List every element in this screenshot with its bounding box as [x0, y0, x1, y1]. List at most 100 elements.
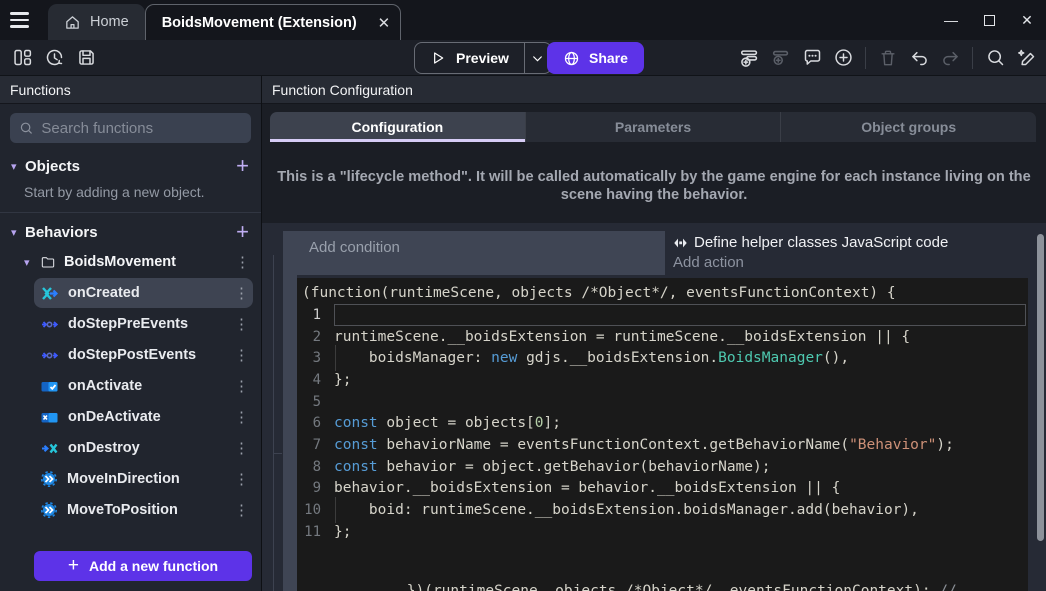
choose-event-button[interactable]: [829, 44, 857, 72]
js-code-editor[interactable]: (function(runtimeScene, objects /*Object…: [297, 278, 1028, 591]
trash-icon: [878, 48, 898, 68]
add-subevent-button[interactable]: [767, 44, 795, 72]
function-item-dosteppreevents[interactable]: doStepPreEvents⋮: [34, 309, 253, 339]
gear-icon: [41, 502, 57, 518]
event-action-column: Define helper classes JavaScript code Ad…: [665, 231, 1028, 278]
kebab-menu-icon[interactable]: ⋮: [234, 377, 246, 395]
code-line-11[interactable]: 11};: [297, 521, 1028, 543]
project-manager-button[interactable]: [8, 44, 36, 72]
minimize-button[interactable]: —: [932, 0, 970, 40]
comment-icon: [802, 47, 823, 68]
function-item-dosteppostevents[interactable]: doStepPostEvents⋮: [34, 340, 253, 370]
function-item-label: onActivate: [68, 378, 234, 394]
js-code-event[interactable]: Add condition Define helper classes Java…: [283, 231, 1028, 591]
history-button[interactable]: [40, 44, 68, 72]
code-line-3[interactable]: 3 boidsManager: new gdjs.__boidsExtensio…: [297, 347, 1028, 369]
search-functions-input[interactable]: [41, 120, 242, 137]
delete-button[interactable]: [874, 44, 902, 72]
edit-settings-button[interactable]: [1012, 44, 1040, 72]
code-line-2[interactable]: 2runtimeScene.__boidsExtension = runtime…: [297, 326, 1028, 348]
line-number: 2: [297, 329, 334, 345]
line-number: 5: [297, 394, 334, 410]
close-window-button[interactable]: ✕: [1008, 0, 1046, 40]
add-function-label: Add a new function: [89, 558, 218, 574]
function-item-movetoposition[interactable]: MoveToPosition⋮: [34, 495, 253, 525]
search-icon: [19, 120, 33, 136]
collapse-arrow-icon[interactable]: ▾: [11, 160, 25, 173]
maximize-button[interactable]: [970, 0, 1008, 40]
code-line-6[interactable]: 6const object = objects[0];: [297, 412, 1028, 434]
tab-object-groups[interactable]: Object groups: [780, 112, 1036, 142]
tab-home[interactable]: Home: [48, 4, 145, 40]
function-item-oncreated[interactable]: onCreated⋮: [34, 278, 253, 308]
behaviors-section-label: Behaviors: [25, 224, 236, 241]
dostep-icon: [41, 318, 58, 331]
config-tabs: ConfigurationParametersObject groups: [270, 112, 1036, 142]
behavior-group-boidsmovement[interactable]: ▾ BoidsMovement ⋮: [0, 247, 261, 277]
undo-button[interactable]: [905, 44, 933, 72]
code-line-1[interactable]: 1: [297, 304, 1028, 326]
code-line-7[interactable]: 7const behaviorName = eventsFunctionCont…: [297, 434, 1028, 456]
add-condition-button[interactable]: Add condition: [283, 231, 665, 275]
vertical-scrollbar-thumb[interactable]: [1037, 234, 1044, 541]
code-line-10[interactable]: 10 boid: runtimeScene.__boidsExtension.b…: [297, 499, 1028, 521]
kebab-menu-icon[interactable]: ⋮: [234, 284, 246, 302]
line-number: 1: [297, 307, 334, 323]
add-function-button[interactable]: + Add a new function: [34, 551, 252, 581]
function-item-ondeactivate[interactable]: onDeActivate⋮: [34, 402, 253, 432]
preview-button[interactable]: Preview: [415, 43, 524, 73]
play-icon: [430, 50, 446, 66]
add-behavior-button[interactable]: +: [236, 221, 249, 243]
title-bar: Home BoidsMovement (Extension) ✕ — ✕: [0, 0, 1046, 40]
globe-icon: [563, 50, 580, 67]
function-item-label: MoveInDirection: [67, 471, 234, 487]
add-comment-button[interactable]: [798, 44, 826, 72]
add-object-button[interactable]: +: [236, 155, 249, 177]
save-button[interactable]: [72, 44, 100, 72]
line-content: boidsManager: new gdjs.__boidsExtension.…: [334, 347, 1028, 369]
code-line-9[interactable]: 9behavior.__boidsExtension = behavior.__…: [297, 478, 1028, 500]
share-button[interactable]: Share: [547, 42, 644, 74]
function-item-label: onDeActivate: [68, 409, 234, 425]
ondeactivate-icon: [41, 411, 58, 424]
event-indent-tick: [273, 453, 282, 454]
kebab-menu-icon[interactable]: ⋮: [234, 408, 246, 426]
main-menu-icon[interactable]: [0, 0, 38, 40]
collapse-arrow-icon[interactable]: ▾: [24, 256, 40, 269]
sidebar-header: Functions: [0, 76, 261, 104]
kebab-menu-icon[interactable]: ⋮: [234, 501, 246, 519]
kebab-menu-icon[interactable]: ⋮: [234, 470, 246, 488]
line-number: 10: [297, 502, 334, 518]
add-event-button[interactable]: [736, 44, 764, 72]
code-line-5[interactable]: 5: [297, 391, 1028, 413]
function-item-moveindirection[interactable]: MoveInDirection⋮: [34, 464, 253, 494]
toolbar-left-group: [8, 44, 100, 72]
kebab-menu-icon[interactable]: ⋮: [235, 253, 247, 271]
objects-section-label: Objects: [25, 158, 236, 175]
code-line-4[interactable]: 4};: [297, 369, 1028, 391]
kebab-menu-icon[interactable]: ⋮: [234, 315, 246, 333]
function-item-ondestroy[interactable]: onDestroy⋮: [34, 433, 253, 463]
collapse-arrow-icon[interactable]: ▾: [11, 226, 25, 239]
tab-configuration[interactable]: Configuration: [270, 112, 525, 142]
tab-parameters[interactable]: Parameters: [525, 112, 781, 142]
main-panel: Function Configuration ConfigurationPara…: [262, 76, 1046, 591]
js-event-title[interactable]: Define helper classes JavaScript code: [673, 234, 1028, 251]
kebab-menu-icon[interactable]: ⋮: [234, 346, 246, 364]
behaviors-section-header[interactable]: ▾ Behaviors +: [0, 217, 261, 247]
add-action-button[interactable]: Add action: [673, 254, 1028, 271]
function-item-onactivate[interactable]: onActivate⋮: [34, 371, 253, 401]
code-line-8[interactable]: 8const behavior = object.getBehavior(beh…: [297, 456, 1028, 478]
kebab-menu-icon[interactable]: ⋮: [234, 439, 246, 457]
function-item-label: onDestroy: [68, 440, 234, 456]
toolbar: Preview Share: [0, 40, 1046, 76]
plus-icon: +: [68, 555, 79, 577]
objects-section-header[interactable]: ▾ Objects +: [0, 151, 261, 181]
search-functions-box[interactable]: [10, 113, 251, 143]
close-tab-icon[interactable]: ✕: [378, 14, 391, 32]
tab-boidsmovement[interactable]: BoidsMovement (Extension) ✕: [145, 4, 402, 40]
line-content: };: [334, 369, 1028, 391]
search-events-button[interactable]: [981, 44, 1009, 72]
event-drag-handle[interactable]: [283, 231, 297, 591]
redo-button[interactable]: [936, 44, 964, 72]
